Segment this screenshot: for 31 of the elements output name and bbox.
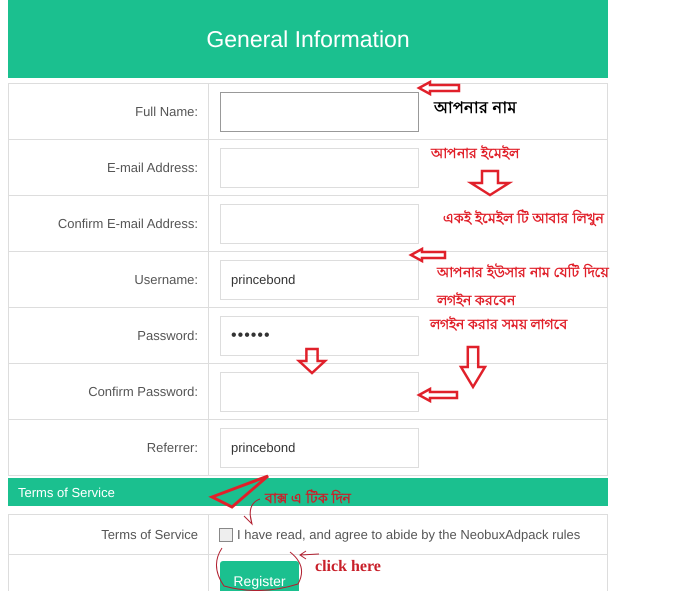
field-label: Full Name: <box>135 104 198 119</box>
left-arrow-icon <box>418 81 460 95</box>
text-field[interactable] <box>220 92 419 132</box>
field-label: Username: <box>134 272 198 287</box>
annotation-note: বাক্স এ টিক দিন <box>265 488 351 508</box>
field-label: Confirm Password: <box>88 384 198 399</box>
field-label: Password: <box>137 328 198 343</box>
down-arrow-icon <box>298 348 326 374</box>
field-label: Terms of Service <box>101 527 198 542</box>
form-title: General Information <box>8 0 608 78</box>
down-arrow-icon <box>460 346 486 388</box>
left-arrow-icon <box>418 388 458 402</box>
text-field[interactable]: princebond <box>220 428 419 468</box>
password-field[interactable] <box>220 372 419 412</box>
annotation-note: লগইন করবেন <box>437 291 515 310</box>
text-field[interactable]: princebond <box>220 260 419 300</box>
annotation-note: আপনার ইমেইল <box>431 144 519 163</box>
section-title: Terms of Service <box>18 484 115 500</box>
field-label: Referrer: <box>146 440 198 455</box>
field-label: Confirm E-mail Address: <box>58 216 198 231</box>
annotation-note: click here <box>315 558 381 576</box>
checkbox-label: I have read, and agree to abide by the NeobuxAdpack rules <box>237 527 580 542</box>
pointer-arrow-icon <box>298 550 320 560</box>
annotation-note: একই ইমেইল টি আবার লিখুন <box>443 208 604 228</box>
checkbox[interactable] <box>219 528 233 542</box>
left-arrow-icon <box>410 248 446 262</box>
annotation-note: লগইন করার সময় লাগবে <box>430 315 568 334</box>
annotation-note: আপনার নাম <box>434 99 516 119</box>
field-label: E-mail Address: <box>106 160 198 175</box>
password-field[interactable]: •••••• <box>220 316 419 356</box>
annotation-note: আপনার ইউসার নাম যেটি দিয়ে <box>437 262 609 282</box>
